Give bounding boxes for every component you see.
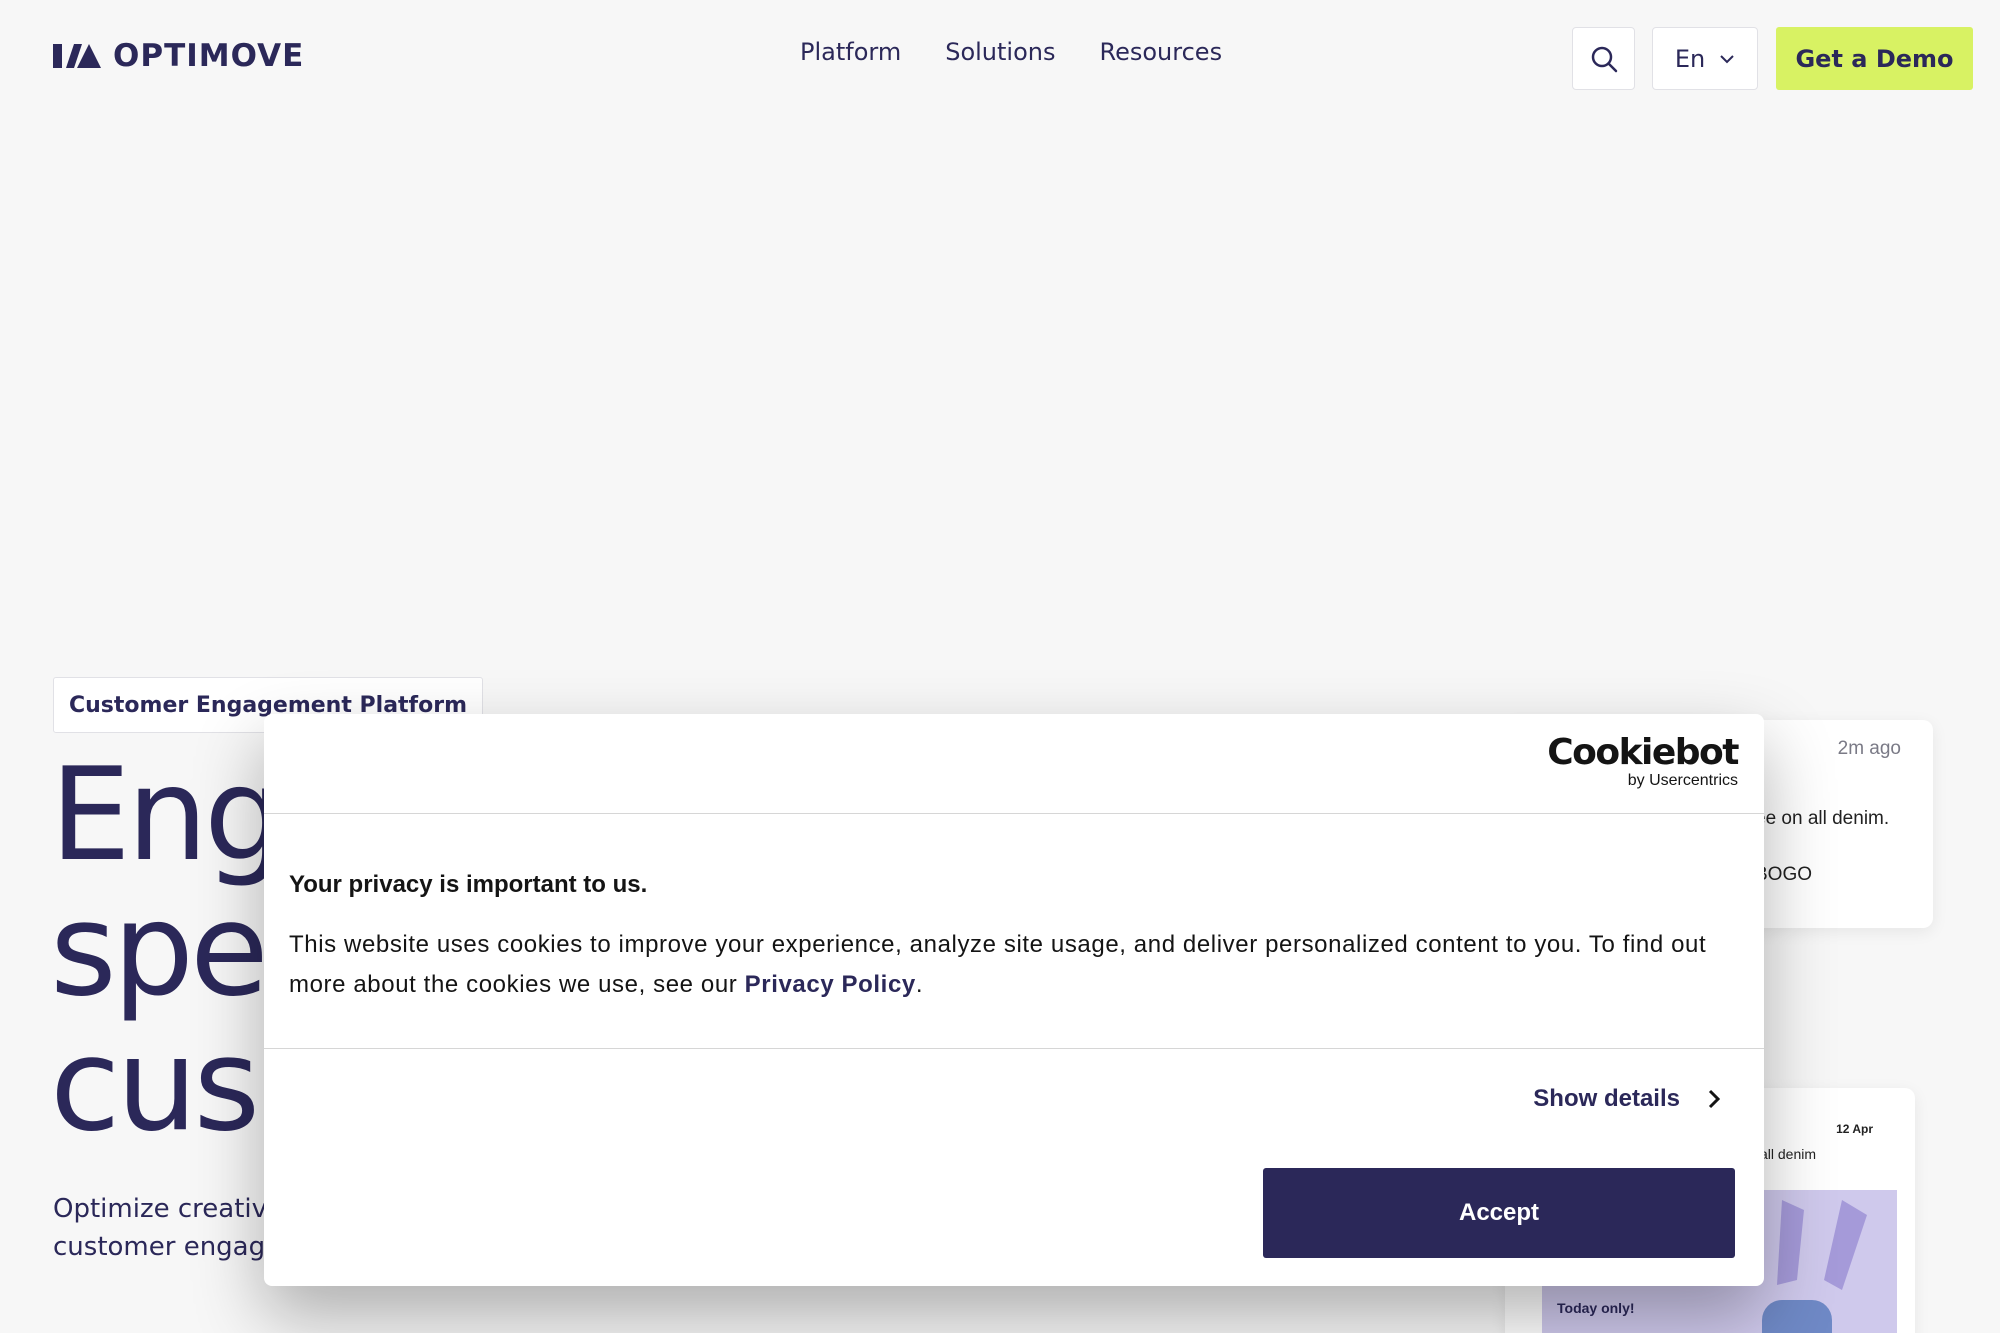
- dialog-header: Cookiebot by Usercentrics: [264, 714, 1764, 814]
- site-header: OPTIMOVE Platform Solutions Resources En…: [0, 0, 2000, 115]
- hero-title-line: Eng: [50, 741, 285, 890]
- optimove-logo[interactable]: OPTIMOVE: [53, 38, 304, 74]
- search-button[interactable]: [1572, 27, 1635, 90]
- hero-title: Eng spe cus: [50, 741, 285, 1160]
- hero-title-line: spe: [50, 876, 269, 1025]
- nav-resources[interactable]: Resources: [1100, 38, 1223, 66]
- promo-text: all denim: [1760, 1146, 1817, 1162]
- promo-date: 12 Apr: [1836, 1122, 1873, 1136]
- nav-solutions[interactable]: Solutions: [945, 38, 1055, 66]
- chevron-down-icon: [1720, 54, 1734, 63]
- notification-text: ee on all denim.: [1755, 808, 1890, 829]
- optimove-logo-icon: [53, 44, 101, 68]
- privacy-policy-link[interactable]: Privacy Policy: [745, 971, 916, 998]
- accept-button[interactable]: Accept: [1263, 1168, 1735, 1258]
- language-select[interactable]: En: [1652, 27, 1758, 90]
- dialog-text-end: .: [915, 971, 924, 998]
- logo-text: OPTIMOVE: [113, 38, 305, 74]
- dialog-text: This website uses cookies to improve you…: [289, 925, 1739, 1005]
- get-demo-button[interactable]: Get a Demo: [1776, 27, 1973, 90]
- show-details-label: Show details: [1533, 1085, 1680, 1112]
- cookiebot-by: by Usercentrics: [1627, 772, 1738, 789]
- hero-subtitle: Optimize creativ customer engag: [53, 1190, 267, 1266]
- hero-title-line: cus: [50, 1011, 260, 1160]
- dialog-heading: Your privacy is important to us.: [289, 871, 648, 898]
- dialog-body: Your privacy is important to us. This we…: [264, 814, 1764, 1049]
- language-label: En: [1674, 44, 1706, 73]
- cookiebot-logo: Cookiebot by Usercentrics: [1547, 732, 1739, 790]
- promo-today: Today only!: [1557, 1300, 1635, 1316]
- dialog-text-main: This website uses cookies to improve you…: [289, 931, 1707, 998]
- show-details-button[interactable]: Show details: [1533, 1085, 1720, 1113]
- main-nav: Platform Solutions Resources: [800, 38, 1222, 66]
- search-icon: [1591, 46, 1617, 72]
- cookiebot-brand: Cookiebot: [1547, 732, 1739, 773]
- notification-time: 2m ago: [1837, 738, 1901, 759]
- cookie-consent-dialog: Cookiebot by Usercentrics Your privacy i…: [264, 714, 1764, 1286]
- nav-platform[interactable]: Platform: [800, 38, 901, 66]
- hero-subtitle-line: Optimize creativ: [53, 1194, 267, 1224]
- hero-subtitle-line: customer engag: [53, 1232, 266, 1262]
- chevron-right-icon: [1708, 1089, 1720, 1109]
